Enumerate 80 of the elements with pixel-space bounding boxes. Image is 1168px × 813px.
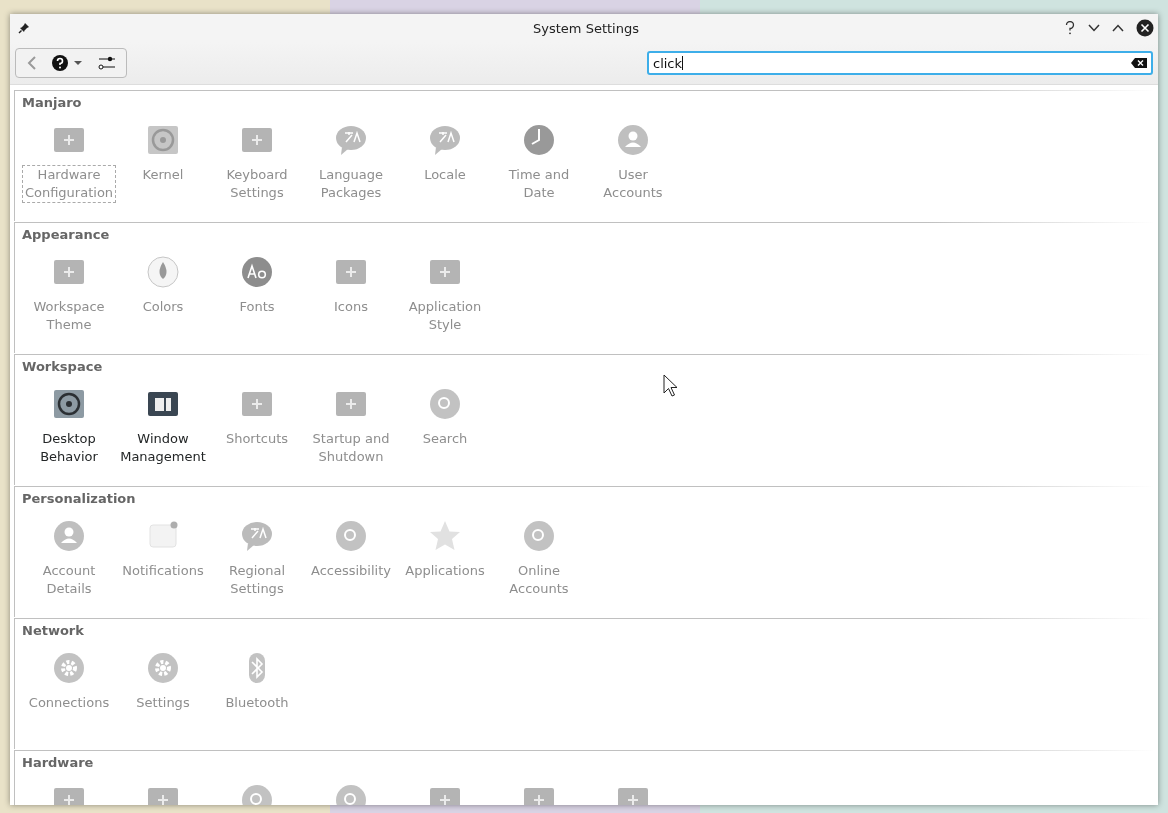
close-icon[interactable] (1136, 19, 1154, 37)
settings-item[interactable]: User Accounts (586, 123, 680, 203)
item-label: Account Details (41, 562, 97, 598)
circle-icon (428, 387, 462, 421)
item-label: Accessibility (310, 562, 392, 580)
item-label: Time and Date (507, 166, 571, 202)
circle-icon (334, 519, 368, 553)
settings-item[interactable]: Colors (116, 255, 210, 335)
item-label: Applications (404, 562, 486, 580)
settings-item[interactable]: Regional Settings (210, 519, 304, 599)
settings-item[interactable]: Bluetooth (210, 651, 304, 713)
item-label: Window Management (119, 430, 207, 466)
item-label: Startup and Shutdown (311, 430, 391, 466)
settings-item[interactable]: Shortcuts (210, 387, 304, 467)
item-label: Keyboard Settings (225, 166, 289, 202)
section-heading: Workspace (22, 359, 104, 376)
item-label: Kernel (141, 166, 185, 184)
person-icon (52, 519, 86, 553)
item-label: Language Packages (317, 166, 385, 202)
maximize-icon[interactable] (1112, 24, 1124, 32)
item-label: Hardware Configuration (22, 165, 116, 203)
settings-item[interactable]: Desktop Behavior (22, 387, 116, 467)
settings-item[interactable]: Online Accounts (492, 519, 586, 599)
settings-item[interactable]: Locale (398, 123, 492, 203)
settings-item[interactable]: Applications (398, 519, 492, 599)
item-label: Fonts (238, 298, 276, 316)
settings-item[interactable]: Hardware Configuration (22, 123, 116, 203)
section-heading: Manjaro (22, 95, 83, 112)
section-heading: Appearance (22, 227, 111, 244)
search-field[interactable]: click (647, 51, 1153, 75)
settings-item[interactable]: Fonts (210, 255, 304, 335)
mouse-pointer-icon (663, 374, 679, 398)
item-label: Icons (333, 298, 369, 316)
minimize-icon[interactable] (1088, 24, 1100, 32)
item-label: Settings (135, 694, 191, 712)
item-label: Online Accounts (508, 562, 570, 598)
font-icon (240, 255, 274, 289)
settings-item[interactable]: Account Details (22, 519, 116, 599)
circle-icon (522, 519, 556, 553)
settings-item[interactable]: Keyboard Settings (210, 123, 304, 203)
item-label: Workspace Theme (32, 298, 106, 334)
item-label: Locale (423, 166, 467, 184)
item-label: Connections (27, 694, 111, 712)
settings-item[interactable]: Connections (22, 651, 116, 713)
pin-icon[interactable] (18, 22, 30, 34)
settings-item[interactable]: Application Style (398, 255, 492, 335)
item-label: Desktop Behavior (39, 430, 99, 466)
section-heading: Personalization (22, 491, 137, 508)
settings-item[interactable]: Kernel (116, 123, 210, 203)
settings-item[interactable]: Window Management (116, 387, 210, 467)
settings-item[interactable]: Language Packages (304, 123, 398, 203)
settings-item[interactable]: Settings (116, 651, 210, 713)
sliders-icon[interactable] (98, 55, 116, 71)
settings-item[interactable]: Search (398, 387, 492, 467)
item-label: Notifications (121, 562, 205, 580)
item-label: Regional Settings (227, 562, 287, 598)
settings-item[interactable]: Workspace Theme (22, 255, 116, 335)
item-label: Bluetooth (224, 694, 290, 712)
item-label: User Accounts (602, 166, 664, 202)
speech-bubble-icon (334, 123, 368, 157)
person-icon (616, 123, 650, 157)
settings-item[interactable]: Accessibility (304, 519, 398, 599)
item-label: Shortcuts (224, 430, 290, 448)
speech-bubble-icon (428, 123, 462, 157)
settings-item[interactable]: Notifications (116, 519, 210, 599)
settings-item[interactable]: Time and Date (492, 123, 586, 203)
clock-icon (522, 123, 556, 157)
section-heading: Network (22, 623, 85, 640)
clear-icon[interactable] (1131, 58, 1147, 68)
item-label: Colors (141, 298, 185, 316)
item-label: Search (421, 430, 469, 448)
help-menu-icon[interactable] (52, 54, 84, 72)
item-label: Application Style (407, 298, 483, 334)
drop-icon (146, 255, 180, 289)
help-icon[interactable] (1064, 21, 1076, 35)
settings-item[interactable]: Startup and Shutdown (304, 387, 398, 467)
section-heading: Hardware (22, 755, 95, 772)
speech-bubble-icon (240, 519, 274, 553)
window-title: System Settings (533, 20, 639, 36)
settings-item[interactable]: Icons (304, 255, 398, 335)
